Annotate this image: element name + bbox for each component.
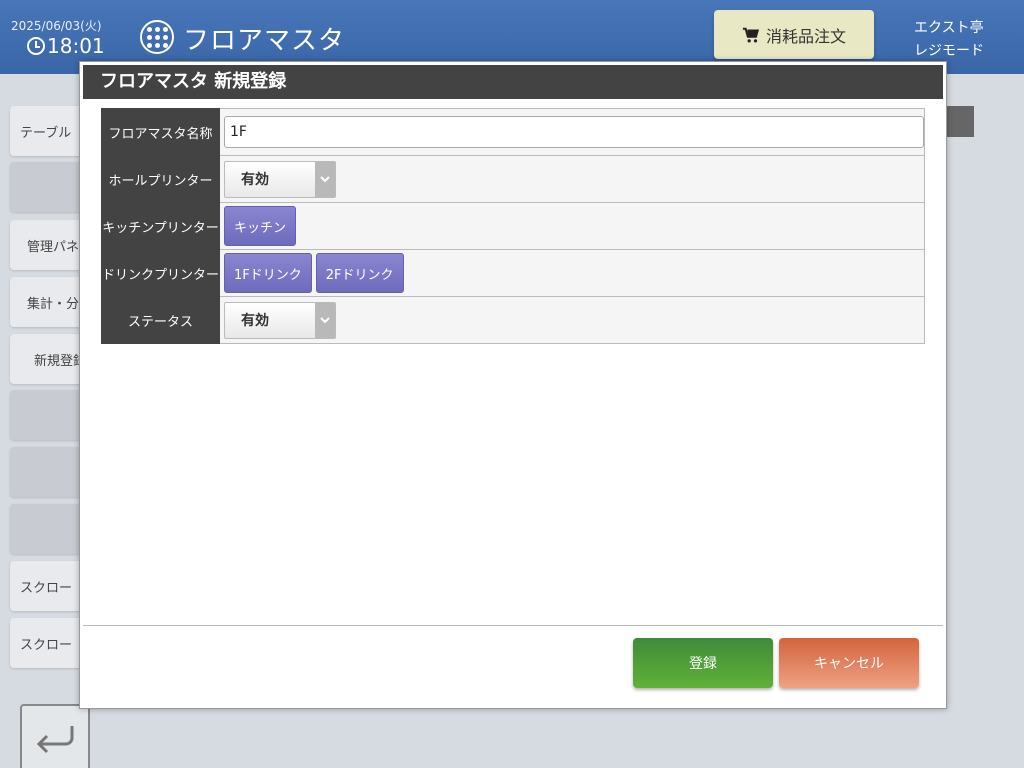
- back-button[interactable]: [20, 704, 90, 768]
- form-row-name: フロアマスタ名称: [100, 108, 926, 156]
- chevron-down-icon: [315, 302, 336, 338]
- dialog-title: フロアマスタ 新規登録: [83, 65, 943, 99]
- page-title: フロアマスタ: [183, 26, 346, 56]
- kitchen-printer-label: キッチンプリンター: [100, 202, 221, 250]
- current-time: 18:01: [27, 34, 105, 58]
- footer-divider: [83, 625, 943, 626]
- hall-printer-label: ホールプリンター: [100, 155, 221, 203]
- supplies-order-label: 消耗品注文: [765, 26, 846, 46]
- current-date: 2025/06/03(火): [11, 19, 102, 33]
- background-panel-edge: [945, 106, 974, 137]
- register-button[interactable]: 登録: [633, 638, 773, 688]
- form-row-hall-printer: ホールプリンター 有効: [100, 155, 926, 203]
- menu-grid-icon[interactable]: [140, 20, 174, 54]
- time-text: 18:01: [47, 34, 105, 58]
- form-row-kitchen-printer: キッチンプリンター キッチン: [100, 202, 926, 250]
- cancel-button[interactable]: キャンセル: [779, 638, 919, 688]
- register-mode: レジモード: [914, 43, 984, 59]
- drink-printer-1f-button[interactable]: 1Fドリンク: [224, 253, 312, 293]
- return-arrow-icon: [36, 726, 74, 754]
- form-row-status: ステータス 有効: [100, 296, 926, 344]
- form-row-drink-printer: ドリンクプリンター 1Fドリンク 2Fドリンク: [100, 249, 926, 297]
- supplies-order-button[interactable]: 消耗品注文: [714, 10, 874, 59]
- status-select[interactable]: 有効: [224, 301, 337, 339]
- status-value: 有効: [241, 313, 270, 329]
- name-label: フロアマスタ名称: [100, 108, 221, 156]
- floor-master-dialog: フロアマスタ 新規登録 フロアマスタ名称 ホールプリンター 有効 キッチンプリン…: [79, 61, 947, 709]
- store-name: エクスト亭: [914, 20, 984, 36]
- floor-name-input[interactable]: [224, 116, 925, 148]
- clock-icon: [27, 37, 45, 55]
- hall-printer-value: 有効: [241, 172, 270, 188]
- cart-icon: [742, 27, 760, 42]
- status-label: ステータス: [100, 296, 221, 344]
- chevron-down-icon: [315, 161, 336, 197]
- floor-master-form: フロアマスタ名称 ホールプリンター 有効 キッチンプリンター キッチン: [100, 108, 926, 344]
- drink-printer-label: ドリンクプリンター: [100, 249, 221, 297]
- kitchen-printer-button[interactable]: キッチン: [224, 206, 297, 246]
- store-info: エクスト亭 レジモード: [914, 17, 984, 63]
- hall-printer-select[interactable]: 有効: [224, 160, 337, 198]
- drink-printer-2f-button[interactable]: 2Fドリンク: [315, 253, 404, 293]
